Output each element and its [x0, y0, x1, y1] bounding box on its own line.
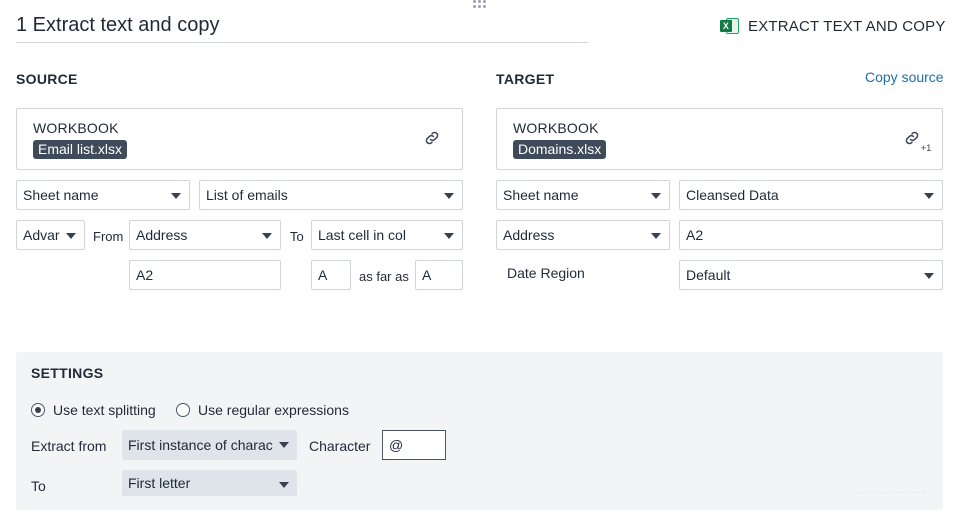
chevron-down-icon — [924, 273, 934, 279]
character-label: Character — [309, 438, 371, 454]
chevron-down-icon — [262, 233, 272, 239]
source-from-mode-value: Address — [136, 227, 188, 243]
source-as-far-as-input[interactable]: A — [415, 260, 463, 290]
source-to-mode-select[interactable]: Last cell in col — [311, 220, 463, 250]
target-workbook-file-chip[interactable]: Domains.xlsx — [513, 140, 607, 159]
target-workbook-label: WORKBOOK — [513, 120, 599, 136]
source-from-address-input[interactable]: A2 — [129, 260, 281, 290]
settings-heading: SETTINGS — [31, 365, 104, 381]
drag-handle-icon[interactable] — [473, 0, 487, 8]
source-range-mode-select[interactable]: Advar — [16, 220, 85, 250]
source-sheet-value: List of emails — [206, 187, 288, 203]
extract-from-select[interactable]: First instance of charac — [122, 430, 297, 460]
radio-text-splitting[interactable]: Use text splitting — [31, 402, 156, 418]
as-far-as-label: as far as — [359, 269, 409, 284]
source-to-col-input[interactable]: A — [311, 260, 351, 290]
panel-divider — [855, 492, 925, 494]
action-label: EXTRACT TEXT AND COPY — [748, 17, 946, 35]
source-workbook-label: WORKBOOK — [33, 120, 119, 136]
target-sheet-value-select[interactable]: Cleansed Data — [679, 180, 943, 210]
source-range-mode-value: Advar — [23, 227, 60, 243]
source-workbook-card[interactable]: WORKBOOK Email list.xlsx — [16, 108, 463, 170]
link-icon[interactable] — [423, 129, 441, 147]
radio-unselected-icon[interactable] — [176, 403, 190, 417]
target-sheet-value: Cleansed Data — [686, 187, 779, 203]
character-input[interactable]: @ — [382, 430, 446, 460]
settings-panel: SETTINGS Use text splitting Use regular … — [16, 352, 943, 510]
source-sheet-value-select[interactable]: List of emails — [199, 180, 463, 210]
target-range-mode-select[interactable]: Address — [496, 220, 670, 250]
title-underline — [16, 42, 588, 43]
chevron-down-icon — [66, 233, 76, 239]
source-workbook-file-chip[interactable]: Email list.xlsx — [33, 140, 128, 159]
extract-text-and-copy-action[interactable]: X EXTRACT TEXT AND COPY — [720, 16, 946, 36]
radio-selected-icon[interactable] — [31, 403, 45, 417]
source-from-mode-select[interactable]: Address — [129, 220, 281, 250]
target-heading: TARGET — [496, 71, 555, 87]
link-count-badge: +1 — [921, 143, 932, 153]
source-sheet-mode-select[interactable]: Sheet name — [16, 180, 190, 210]
to-setting-label: To — [31, 478, 46, 494]
to-setting-select[interactable]: First letter — [122, 470, 297, 496]
chevron-down-icon — [924, 193, 934, 199]
chevron-down-icon — [444, 193, 454, 199]
target-sheet-mode-value: Sheet name — [503, 187, 579, 203]
chevron-down-icon — [651, 193, 661, 199]
chevron-down-icon — [279, 442, 289, 448]
extract-from-value: First instance of charac — [128, 437, 273, 453]
radio-regex-label: Use regular expressions — [198, 402, 349, 418]
copy-source-link[interactable]: Copy source — [865, 69, 944, 85]
target-range-mode-value: Address — [503, 227, 555, 243]
target-address-input[interactable]: A2 — [679, 220, 943, 250]
excel-icon: X — [720, 16, 740, 36]
date-region-select[interactable]: Default — [679, 260, 943, 290]
from-label: From — [93, 229, 124, 244]
radio-text-splitting-label: Use text splitting — [53, 402, 156, 418]
source-to-mode-value: Last cell in col — [318, 227, 406, 243]
date-region-value: Default — [686, 267, 731, 283]
link-icon[interactable] — [903, 129, 921, 147]
to-setting-value: First letter — [128, 475, 191, 491]
date-region-label: Date Region — [507, 265, 585, 281]
source-heading: SOURCE — [16, 71, 78, 87]
chevron-down-icon — [444, 233, 454, 239]
extract-from-label: Extract from — [31, 438, 107, 454]
source-sheet-mode-value: Sheet name — [23, 187, 99, 203]
chevron-down-icon — [279, 482, 289, 488]
target-workbook-card[interactable]: WORKBOOK Domains.xlsx +1 — [496, 108, 943, 170]
to-label: To — [290, 229, 304, 244]
step-title[interactable]: 1 Extract text and copy — [16, 14, 219, 37]
chevron-down-icon — [651, 233, 661, 239]
radio-regular-expressions[interactable]: Use regular expressions — [176, 402, 349, 418]
target-sheet-mode-select[interactable]: Sheet name — [496, 180, 670, 210]
chevron-down-icon — [171, 193, 181, 199]
